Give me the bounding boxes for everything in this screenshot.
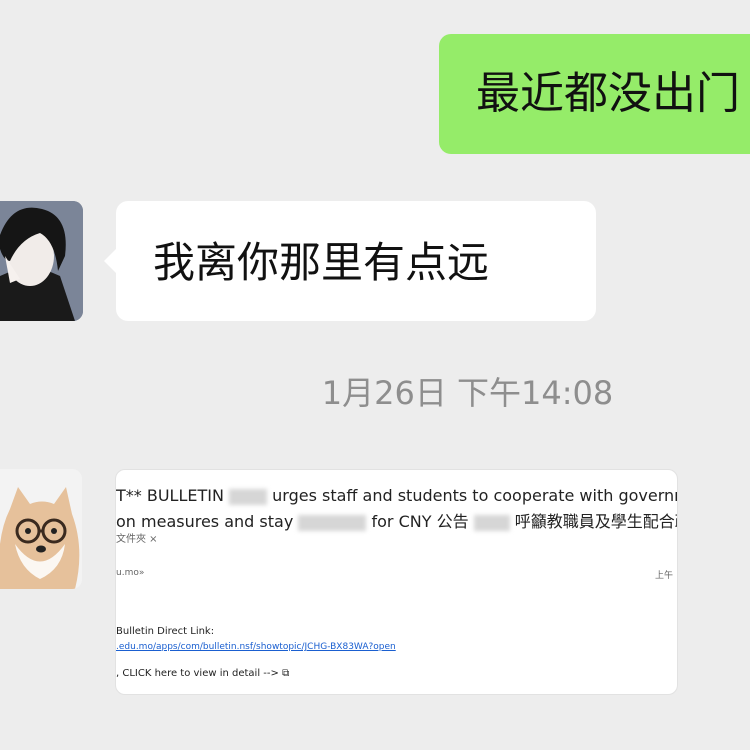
email-subject-part-c: 呼籲教職員及學生配合政府防 (514, 512, 677, 531)
incoming-message-text: 我离你那里有点远 (153, 238, 490, 287)
email-bulletin-link: .edu.mo/apps/com/bulletin.nsf/showtopic/… (116, 642, 396, 652)
email-click-instruction: , CLICK here to view in detail --> ⧉ (116, 668, 289, 679)
anime-boy-avatar-icon (0, 201, 83, 321)
outgoing-message-text: 最近都没出门 (476, 68, 740, 119)
copy-icon: ⧉ (282, 668, 290, 679)
incoming-message-bubble[interactable]: 我离你那里有点远 (104, 201, 596, 321)
email-folder-tag: 文件夾 × (116, 534, 158, 545)
email-screenshot-image[interactable]: T** BULLETIN urges staff and students to… (115, 469, 678, 695)
email-subject-line-2: on measures and stay for CNY 公告 呼籲教職員及學生… (116, 508, 677, 532)
email-link-label: Bulletin Direct Link: (116, 626, 215, 637)
email-sender: u.mo» (116, 568, 145, 578)
email-subject-prefix: T** BULLETIN (116, 486, 224, 505)
contact-avatar[interactable] (0, 201, 83, 321)
redacted-area (473, 514, 510, 531)
email-click-text: , CLICK here to view in detail --> (116, 668, 279, 679)
sender-avatar[interactable] (0, 469, 82, 589)
redacted-area (298, 514, 367, 531)
email-subject-part-a: on measures and stay (116, 512, 294, 531)
shiba-dog-avatar-icon (0, 469, 82, 589)
redacted-area (229, 488, 268, 505)
email-time: 上午 (654, 571, 673, 581)
outgoing-message-bubble[interactable]: 最近都没出门 (439, 34, 750, 154)
email-subject-body: urges staff and students to cooperate wi… (272, 486, 677, 505)
message-timestamp: 1月26日 下午14:08 (321, 374, 614, 412)
email-subject-part-b: for CNY 公告 (371, 512, 469, 531)
email-subject-line-1: T** BULLETIN urges staff and students to… (116, 486, 677, 505)
